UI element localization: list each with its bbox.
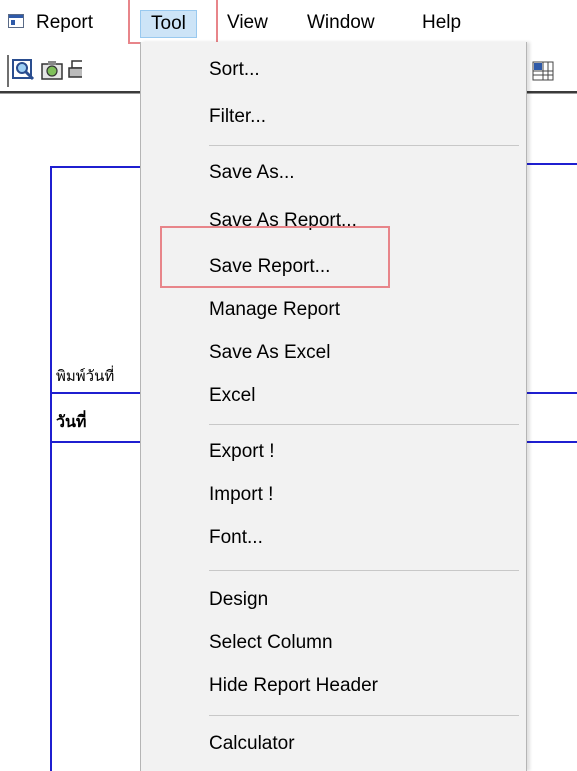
menu-separator [209,570,519,571]
menu-bar: Report Tool View Window Help [0,0,577,42]
report-frame-left [50,166,52,771]
report-header-line-right [526,392,577,394]
menu-item-design[interactable]: Design [209,585,268,615]
record-icon[interactable] [40,58,63,80]
report-column-line-right [526,441,577,443]
print-icon[interactable] [68,58,82,80]
grid-view-icon[interactable] [532,60,556,84]
menu-item-hide-report-header[interactable]: Hide Report Header [209,671,378,701]
menu-item-font[interactable]: Font... [209,523,263,553]
menu-item-save-as[interactable]: Save As... [209,158,295,188]
menu-item-filter[interactable]: Filter... [209,102,266,132]
menu-item-calculator[interactable]: Calculator [209,729,295,759]
report-column-line [50,441,140,443]
toolbar-grip [7,55,9,87]
report-header-line [50,392,140,394]
menu-report[interactable]: Report [36,10,93,38]
print-date-label: พิมพ์วันที่ [56,367,115,385]
preview-icon[interactable] [12,58,35,81]
save-report-highlight-box [160,226,390,288]
menu-help[interactable]: Help [422,10,461,38]
menu-item-import[interactable]: Import ! [209,480,273,510]
menu-item-save-as-excel[interactable]: Save As Excel [209,338,330,368]
menu-view[interactable]: View [227,10,268,38]
menu-item-excel[interactable]: Excel [209,381,255,411]
tool-menu-highlight-box [128,0,218,44]
menu-item-sort[interactable]: Sort... [209,55,260,85]
app-window-icon[interactable] [8,14,24,28]
menu-item-manage-report[interactable]: Manage Report [209,295,340,325]
date-column-header: วันที่ [56,412,87,431]
menu-separator [209,715,519,716]
report-frame-top [50,166,140,168]
menu-separator [209,424,519,425]
menu-window[interactable]: Window [307,10,375,38]
menu-item-export[interactable]: Export ! [209,437,274,467]
menu-separator [209,145,519,146]
tool-dropdown-menu: Sort... Filter... Save As... Save As Rep… [140,42,527,771]
menu-item-select-column[interactable]: Select Column [209,628,333,658]
report-frame-top-right [526,163,577,165]
